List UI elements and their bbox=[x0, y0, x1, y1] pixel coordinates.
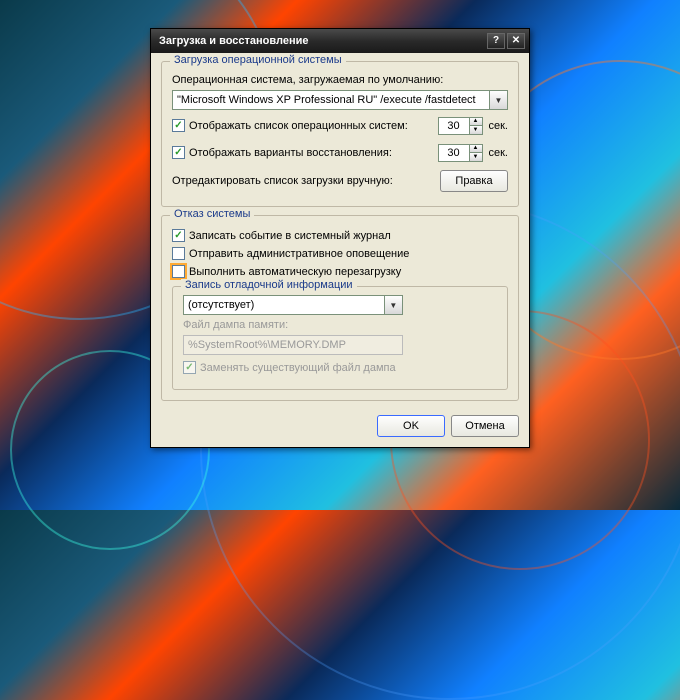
debug-group: Запись отладочной информации ▼ Файл дамп… bbox=[172, 286, 508, 390]
startup-group: Загрузка операционной системы Операционн… bbox=[161, 61, 519, 207]
debug-type-value[interactable] bbox=[183, 295, 385, 315]
show-recovery-label: Отображать варианты восстановления: bbox=[189, 147, 392, 159]
recovery-seconds-spinner[interactable]: ▲ ▼ bbox=[438, 144, 483, 162]
edit-boot-label: Отредактировать список загрузки вручную: bbox=[172, 175, 393, 187]
failure-group: Отказ системы Записать событие в системн… bbox=[161, 215, 519, 401]
dialog-body: Загрузка операционной системы Операционн… bbox=[151, 53, 529, 447]
show-recovery-checkbox[interactable] bbox=[172, 146, 185, 159]
recovery-seconds-input[interactable] bbox=[438, 144, 470, 162]
dialog-footer: OK Отмена bbox=[161, 409, 519, 437]
dropdown-arrow-icon[interactable]: ▼ bbox=[490, 90, 508, 110]
default-os-value[interactable] bbox=[172, 90, 490, 110]
spinner-up-icon[interactable]: ▲ bbox=[470, 144, 483, 153]
startup-legend: Загрузка операционной системы bbox=[170, 54, 346, 66]
write-event-checkbox[interactable] bbox=[172, 229, 185, 242]
seconds-unit-1: сек. bbox=[489, 120, 509, 132]
debug-legend: Запись отладочной информации bbox=[181, 279, 357, 291]
dump-file-label: Файл дампа памяти: bbox=[183, 319, 497, 331]
show-os-list-label: Отображать список операционных систем: bbox=[189, 120, 408, 132]
edit-boot-button[interactable]: Правка bbox=[440, 170, 508, 192]
overwrite-dump-checkbox bbox=[183, 361, 196, 374]
window-title: Загрузка и восстановление bbox=[159, 35, 485, 47]
titlebar[interactable]: Загрузка и восстановление ? ✕ bbox=[151, 29, 529, 53]
dump-file-input bbox=[183, 335, 403, 355]
help-button[interactable]: ? bbox=[487, 33, 505, 49]
spinner-up-icon[interactable]: ▲ bbox=[470, 117, 483, 126]
seconds-unit-2: сек. bbox=[489, 147, 509, 159]
overwrite-dump-label: Заменять существующий файл дампа bbox=[200, 362, 396, 374]
dropdown-arrow-icon[interactable]: ▼ bbox=[385, 295, 403, 315]
debug-type-combo[interactable]: ▼ bbox=[183, 295, 403, 315]
auto-restart-checkbox[interactable] bbox=[172, 265, 185, 278]
failure-legend: Отказ системы bbox=[170, 208, 254, 220]
admin-alert-checkbox[interactable] bbox=[172, 247, 185, 260]
close-button[interactable]: ✕ bbox=[507, 33, 525, 49]
default-os-combo[interactable]: ▼ bbox=[172, 90, 508, 110]
cancel-button[interactable]: Отмена bbox=[451, 415, 519, 437]
show-os-list-checkbox[interactable] bbox=[172, 119, 185, 132]
os-list-seconds-spinner[interactable]: ▲ ▼ bbox=[438, 117, 483, 135]
default-os-label: Операционная система, загружаемая по умо… bbox=[172, 74, 508, 86]
spinner-down-icon[interactable]: ▼ bbox=[470, 152, 483, 162]
ok-button[interactable]: OK bbox=[377, 415, 445, 437]
write-event-label: Записать событие в системный журнал bbox=[189, 230, 391, 242]
spinner-down-icon[interactable]: ▼ bbox=[470, 125, 483, 135]
startup-recovery-dialog: Загрузка и восстановление ? ✕ Загрузка о… bbox=[150, 28, 530, 448]
os-list-seconds-input[interactable] bbox=[438, 117, 470, 135]
admin-alert-label: Отправить административное оповещение bbox=[189, 248, 409, 260]
auto-restart-label: Выполнить автоматическую перезагрузку bbox=[189, 266, 401, 278]
